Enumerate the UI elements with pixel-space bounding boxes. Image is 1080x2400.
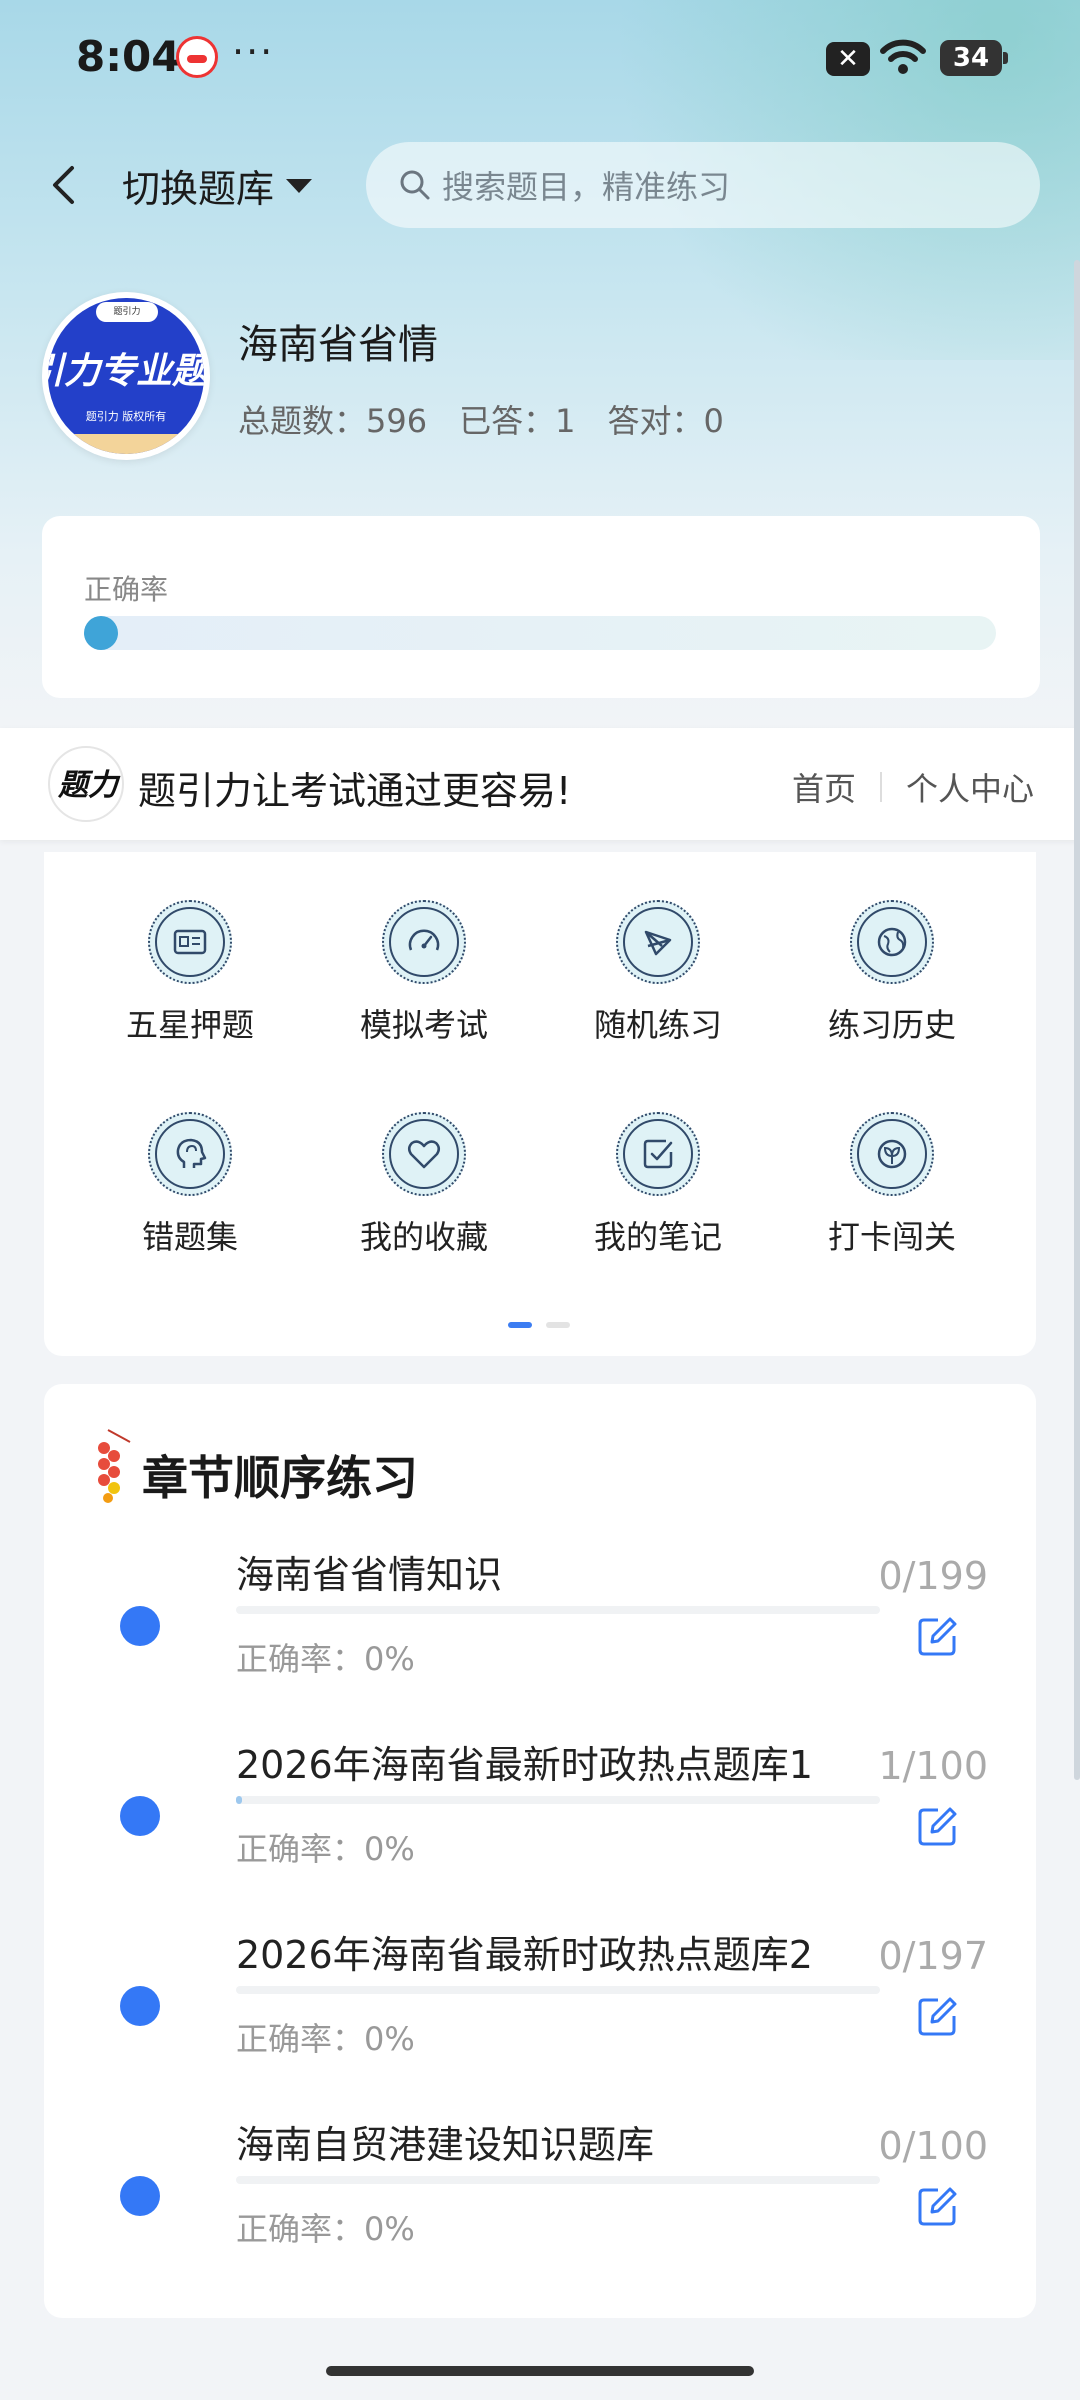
accuracy-label: 正确率 — [84, 573, 169, 606]
page-indicator — [508, 1322, 570, 1328]
chapter-name: 海南省省情知识 — [236, 1553, 503, 1597]
head-icon — [148, 1112, 232, 1196]
scrollbar[interactable] — [1074, 260, 1080, 1780]
heart-icon — [382, 1112, 466, 1196]
grid-label: 我的笔记 — [593, 1218, 722, 1256]
grid-item-notes[interactable]: 我的笔记 — [568, 1112, 748, 1258]
brand-logo-icon: 题力 — [48, 746, 124, 822]
chapter-progress-bar — [236, 1796, 880, 1804]
sim-off-icon: ✕ — [826, 42, 870, 76]
chapter-accuracy: 正确率：0% — [236, 2020, 415, 2058]
status-time: 8:04 — [76, 32, 181, 81]
home-link[interactable]: 首页 — [792, 764, 856, 810]
chapter-count: 0/199 — [878, 1554, 988, 1598]
page-dot-active — [508, 1322, 532, 1328]
grid-item-wrong-questions[interactable]: 错题集 — [100, 1112, 280, 1258]
page-dot — [546, 1322, 570, 1328]
chapter-accuracy: 正确率：0% — [236, 1830, 415, 1868]
globe-icon — [850, 900, 934, 984]
bank-title: 海南省省情 — [238, 322, 438, 368]
stat-correct: 答对：0 — [607, 402, 724, 440]
banner-links: 首页 个人中心 — [792, 764, 1034, 810]
chapter-count: 0/197 — [878, 1934, 988, 1978]
chapter-bullet — [120, 1986, 160, 2026]
search-icon — [400, 170, 430, 200]
bank-stats: 总题数：596 已答：1 答对：0 — [238, 396, 724, 442]
home-indicator[interactable] — [326, 2366, 754, 2376]
chapter-count: 0/100 — [878, 2124, 988, 2168]
id-card-icon — [148, 900, 232, 984]
grid-label: 模拟考试 — [359, 1006, 488, 1044]
grid-label: 练习历史 — [827, 1006, 956, 1044]
profile-link[interactable]: 个人中心 — [906, 764, 1034, 810]
chapter-progress-bar — [236, 1606, 880, 1614]
chapter-item[interactable]: 海南自贸港建设知识题库 正确率：0% 0/100 — [44, 2114, 1036, 2304]
chapter-practice-card: 章节顺序练习 海南省省情知识 正确率：0% 0/199 2026年海南省最新时政… — [44, 1384, 1036, 2318]
leaf-icon — [850, 1112, 934, 1196]
grid-label: 五星押题 — [125, 1006, 254, 1044]
more-notifications-icon: ··· — [232, 30, 275, 74]
chapter-progress-bar — [236, 1986, 880, 1994]
chapter-bullet — [120, 1796, 160, 1836]
banner-slogan: 题引力让考试通过更容易! — [138, 769, 572, 813]
promo-banner: 题力 题引力让考试通过更容易! 首页 个人中心 — [0, 728, 1080, 840]
edit-icon[interactable] — [916, 1804, 960, 1848]
feature-grid: 五星押题 模拟考试 随机练习 练习历史 错题集 我的收藏 我的笔记 打卡闯关 — [44, 852, 1036, 1356]
chapter-progress-bar — [236, 2176, 880, 2184]
edit-icon[interactable] — [916, 1994, 960, 2038]
caret-down-icon — [286, 178, 313, 193]
accuracy-card: 正确率 — [42, 516, 1040, 698]
edit-icon[interactable] — [916, 2184, 960, 2228]
search-input[interactable]: 搜索题目，精准练习 — [366, 142, 1040, 228]
chapter-item[interactable]: 2026年海南省最新时政热点题库1 正确率：0% 1/100 — [44, 1734, 1036, 1924]
stat-answered: 已答：1 — [459, 402, 576, 440]
bank-logo: 题引力 引力专业题 题引力 版权所有 — [42, 292, 210, 460]
chapter-item[interactable]: 海南省省情知识 正确率：0% 0/199 — [44, 1544, 1036, 1734]
search-placeholder: 搜索题目，精准练习 — [442, 168, 731, 206]
grid-label: 随机练习 — [593, 1006, 722, 1044]
grid-label: 打卡闯关 — [827, 1218, 956, 1256]
grid-item-checkin[interactable]: 打卡闯关 — [802, 1112, 982, 1258]
accuracy-progress-bar — [84, 616, 996, 650]
grid-item-favorites[interactable]: 我的收藏 — [334, 1112, 514, 1258]
chapter-section-title: 章节顺序练习 — [142, 1451, 418, 1505]
switch-bank-dropdown[interactable]: 切换题库 — [122, 158, 313, 213]
grid-item-history[interactable]: 练习历史 — [802, 900, 982, 1046]
grid-label: 我的收藏 — [359, 1218, 488, 1256]
grid-item-five-star[interactable]: 五星押题 — [100, 900, 280, 1046]
logo-badge: 题引力 — [96, 302, 158, 322]
logo-text: 引力专业题 — [48, 351, 204, 392]
wifi-icon — [880, 39, 926, 74]
chapter-accuracy: 正确率：0% — [236, 2210, 415, 2248]
battery-icon: 34 — [940, 40, 1008, 76]
gauge-icon — [382, 900, 466, 984]
grid-item-mock-exam[interactable]: 模拟考试 — [334, 900, 514, 1046]
logo-subtext: 题引力 版权所有 — [85, 410, 167, 423]
firecracker-icon — [98, 1429, 131, 1503]
chapter-accuracy: 正确率：0% — [236, 1640, 415, 1678]
shuffle-icon — [616, 900, 700, 984]
chapter-count: 1/100 — [878, 1744, 988, 1788]
grid-item-random-practice[interactable]: 随机练习 — [568, 900, 748, 1046]
accuracy-progress-knob — [84, 616, 118, 650]
app-notification-icon — [176, 36, 218, 78]
switch-bank-label: 切换题库 — [122, 167, 275, 211]
divider — [879, 772, 882, 802]
chapter-name: 2026年海南省最新时政热点题库2 — [236, 1933, 813, 1977]
chapter-bullet — [120, 2176, 160, 2216]
note-check-icon — [616, 1112, 700, 1196]
chapter-name: 海南自贸港建设知识题库 — [236, 2123, 655, 2167]
back-arrow-icon[interactable] — [40, 160, 90, 210]
stat-total: 总题数：596 — [238, 402, 428, 440]
status-bar: 8:04 ··· ✕ 34 — [0, 0, 1080, 118]
chapter-bullet — [120, 1606, 160, 1646]
edit-icon[interactable] — [916, 1614, 960, 1658]
chapter-item[interactable]: 2026年海南省最新时政热点题库2 正确率：0% 0/197 — [44, 1924, 1036, 2114]
grid-label: 错题集 — [141, 1218, 238, 1256]
chapter-name: 2026年海南省最新时政热点题库1 — [236, 1743, 813, 1787]
